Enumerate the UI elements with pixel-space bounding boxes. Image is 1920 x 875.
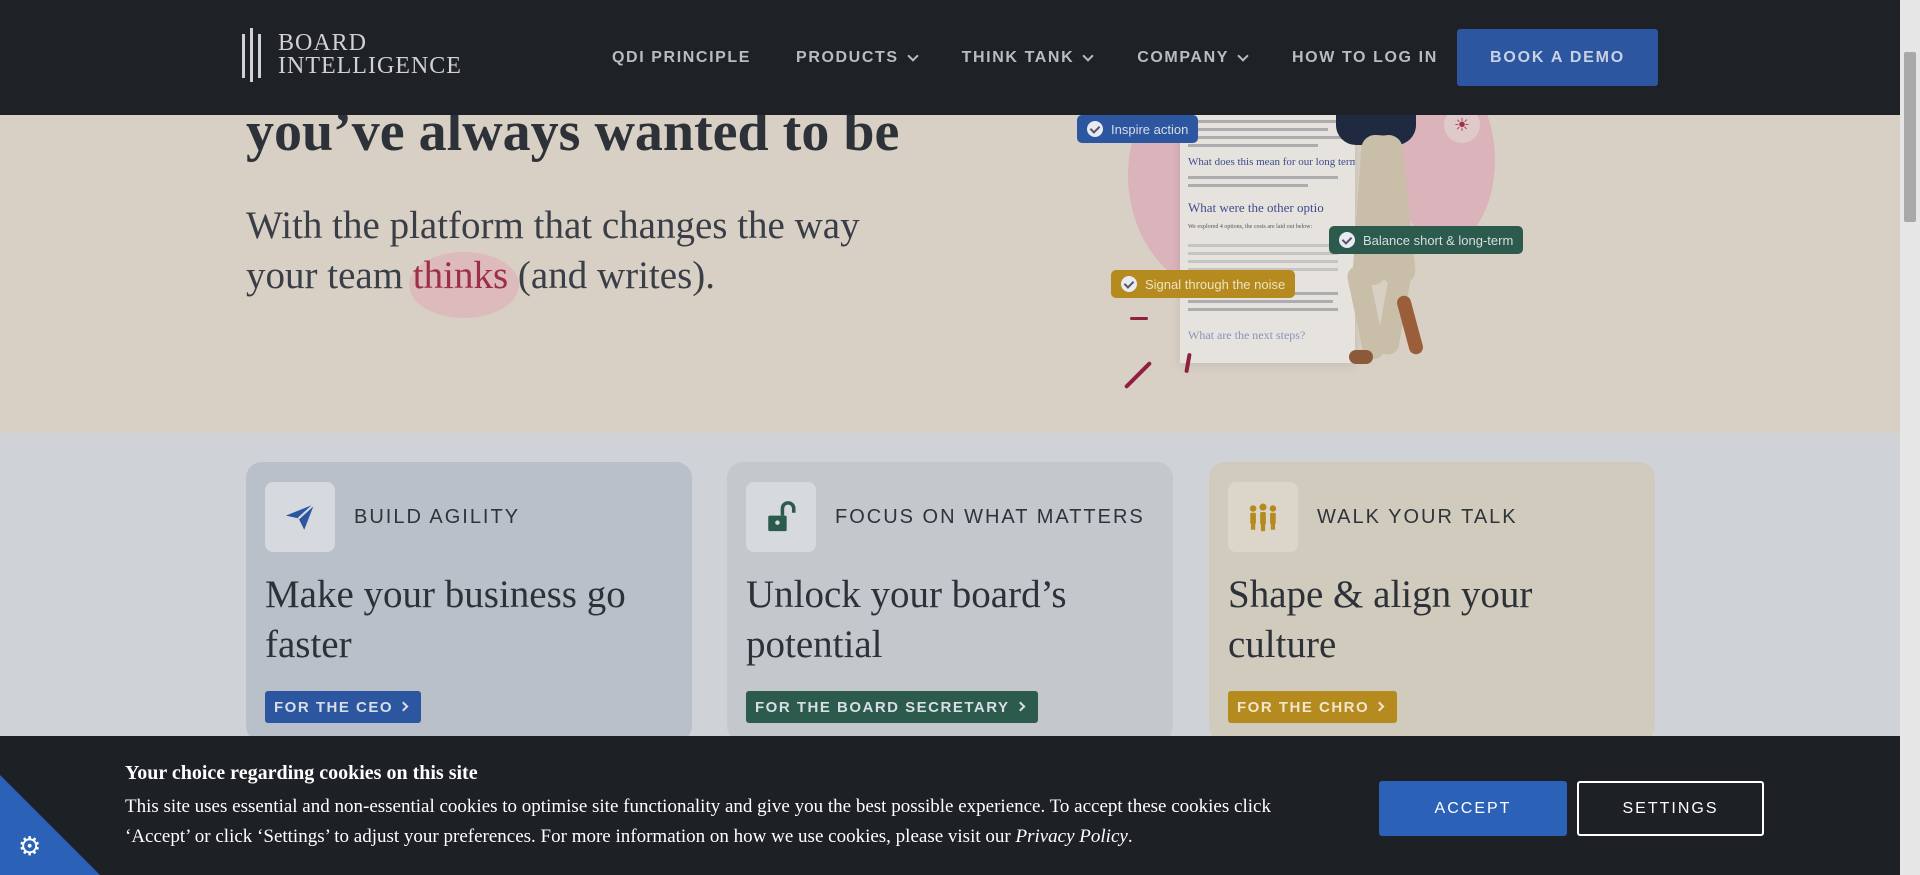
logo-line1: BOARD <box>278 30 368 56</box>
hero-accent-word: thinks <box>412 254 509 297</box>
accent-stroke <box>1123 360 1153 390</box>
card-kicker: FOCUS ON WHAT MATTERS <box>835 506 1145 528</box>
hero-headline: you’ve always wanted to be <box>246 115 900 163</box>
nav-how-to-log-in[interactable]: HOW TO LOG IN <box>1292 49 1438 67</box>
cookie-settings-button[interactable]: SETTINGS <box>1577 781 1764 836</box>
cookie-banner-text: This site uses essential and non-essenti… <box>125 796 1271 847</box>
accent-stroke <box>1130 317 1148 320</box>
doc-heading: What were the other optio <box>1188 200 1324 215</box>
card-title: Shape & align your culture <box>1228 573 1533 666</box>
privacy-policy-link[interactable]: Privacy Policy <box>1015 826 1127 847</box>
logo-line2: INTELLIGENCE <box>278 53 462 79</box>
check-circle-icon <box>1121 276 1137 292</box>
tag-inspire-action: Inspire action <box>1077 115 1199 143</box>
doc-heading: What are the next steps? <box>1188 328 1306 342</box>
nav-products[interactable]: PRODUCTS <box>796 49 919 67</box>
check-circle-icon <box>1339 232 1355 248</box>
tag-signal-through-noise: Signal through the noise <box>1111 270 1296 298</box>
card-build-agility: BUILD AGILITY Make your business go fast… <box>246 462 692 742</box>
chevron-down-icon <box>1237 49 1249 62</box>
nav-think-tank[interactable]: THINK TANK <box>962 49 1094 67</box>
card-kicker: BUILD AGILITY <box>354 506 521 528</box>
for-the-board-secretary-link[interactable]: FOR THE BOARD SECRETARY <box>746 691 1038 723</box>
main-nav: QDI PRINCIPLE PRODUCTS THINK TANK COMPAN… <box>612 0 1483 115</box>
cookie-banner-title: Your choice regarding cookies on this si… <box>125 762 478 784</box>
hero-section: you’ve always wanted to be With the plat… <box>0 115 1900 433</box>
card-focus-on-what-matters: FOCUS ON WHAT MATTERS Unlock your board’… <box>727 462 1173 742</box>
for-the-chro-link[interactable]: FOR THE CHRO <box>1228 691 1398 723</box>
card-title: Make your business go faster <box>265 573 626 666</box>
nav-qdi-principle[interactable]: QDI PRINCIPLE <box>612 49 751 67</box>
scrollbar-thumb[interactable] <box>1904 52 1916 222</box>
tag-balance-short-long-term: Balance short & long-term <box>1329 226 1524 254</box>
doc-heading: What does this mean for our long term b <box>1188 156 1355 168</box>
board-intelligence-logo[interactable]: BOARD INTELLIGENCE <box>240 28 462 82</box>
card-kicker: WALK YOUR TALK <box>1317 506 1518 528</box>
chevron-down-icon <box>1082 49 1094 62</box>
gear-icon: ⚙ <box>18 831 42 861</box>
unlocked-padlock-icon <box>746 482 816 552</box>
logo-mark-icon <box>240 28 266 82</box>
page-scrollbar[interactable] <box>1900 0 1920 875</box>
hero-subheadline: With the platform that changes the way y… <box>246 204 860 297</box>
accept-cookies-button[interactable]: ACCEPT <box>1379 781 1567 836</box>
value-cards: BUILD AGILITY Make your business go fast… <box>246 462 1655 742</box>
doc-note: We explored 4 options, the costs are lai… <box>1188 224 1313 230</box>
book-a-demo-button[interactable]: BOOK A DEMO <box>1457 29 1658 86</box>
card-walk-your-talk: WALK YOUR TALK Shape & align your cultur… <box>1209 462 1655 742</box>
nav-company[interactable]: COMPANY <box>1137 49 1249 67</box>
paper-plane-icon <box>265 482 335 552</box>
check-circle-icon <box>1087 121 1103 137</box>
for-the-ceo-link[interactable]: FOR THE CEO <box>265 691 422 723</box>
site-header: BOARD INTELLIGENCE QDI PRINCIPLE PRODUCT… <box>0 0 1900 115</box>
cookie-banner: Your choice regarding cookies on this si… <box>0 736 1900 875</box>
chevron-down-icon <box>906 49 919 62</box>
people-group-icon <box>1228 482 1298 552</box>
card-title: Unlock your board’s potential <box>746 573 1067 666</box>
